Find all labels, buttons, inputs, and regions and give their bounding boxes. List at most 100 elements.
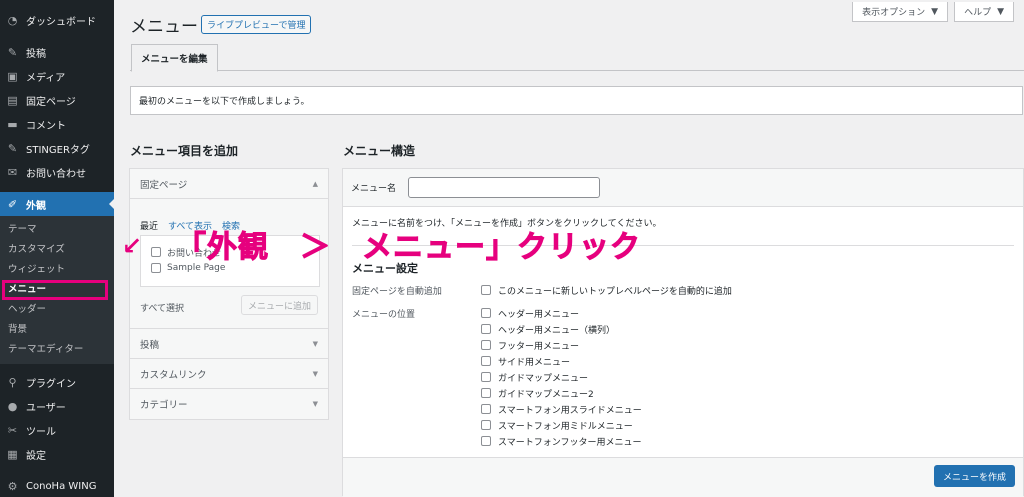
add-to-menu-button[interactable]: メニューに追加 — [240, 295, 318, 315]
screen-options-label: 表示オプション — [862, 8, 926, 18]
sidebar-item-users[interactable]: ● ユーザー — [0, 394, 114, 418]
admin-sidebar: ◔ ダッシュボード ✎ 投稿 ▣ メディア ▤ 固定ページ ▬ コメント ✎ S… — [0, 0, 114, 497]
gear-icon: ⚙ — [7, 479, 18, 493]
comment-icon: ▬ — [7, 117, 18, 131]
screen-meta-links: 表示オプション ▼ ヘルプ ▼ — [852, 2, 1014, 22]
option-label: スマートフォン用スライドメニュー — [498, 405, 642, 416]
chevron-down-icon: ▼ — [312, 339, 318, 348]
tab-edit-menus[interactable]: メニューを編集 — [131, 44, 218, 72]
accordion-section-categories[interactable]: カテゴリー ▼ — [130, 389, 328, 419]
menu-name-row: メニュー名 — [343, 169, 1023, 207]
sidebar-item-label: ダッシュボード — [26, 16, 96, 28]
menu-location-label: メニューの位置 — [352, 310, 416, 320]
menu-structure-heading: メニュー構造 — [343, 144, 416, 158]
sidebar-item-label: メディア — [26, 72, 66, 84]
create-menu-button[interactable]: メニューを作成 — [933, 465, 1015, 487]
location-checkbox[interactable] — [481, 404, 491, 414]
submenu-item-themes[interactable]: テーマ — [0, 220, 114, 240]
accordion-section-pages[interactable]: 固定ページ ▲ — [130, 169, 328, 199]
auto-add-checkbox[interactable] — [481, 285, 491, 295]
location-checkbox[interactable] — [481, 372, 491, 382]
option-label: ガイドマップメニュー — [498, 373, 589, 384]
sidebar-item-label: ConoHa WING — [26, 480, 97, 492]
location-option: スマートフォン用スライドメニュー — [481, 402, 642, 416]
accordion-title: 固定ページ — [140, 179, 188, 191]
location-option: サイド用メニュー — [481, 354, 570, 368]
submenu-item-theme-editor[interactable]: テーマエディター — [0, 340, 114, 360]
option-label: ヘッダー用メニュー — [498, 309, 580, 320]
live-preview-button[interactable]: ライブプレビューで管理 — [201, 15, 312, 34]
location-option: ヘッダー用メニュー — [481, 306, 579, 320]
option-label: スマートフォンフッター用メニュー — [498, 437, 642, 448]
submenu-item-customize[interactable]: カスタマイズ — [0, 240, 114, 260]
tab-recent[interactable]: 最近 — [140, 219, 158, 232]
sidebar-item-label: 外観 — [26, 200, 46, 212]
option-label: ヘッダー用メニュー（横列） — [498, 325, 616, 336]
page-title: メニュー — [130, 17, 198, 37]
submenu-item-widgets[interactable]: ウィジェット — [0, 260, 114, 280]
location-option: ヘッダー用メニュー（横列） — [481, 322, 615, 336]
sidebar-item-settings[interactable]: ▦ 設定 — [0, 442, 114, 466]
location-checkbox[interactable] — [481, 436, 491, 446]
menu-footer: メニューを作成 — [343, 457, 1023, 497]
location-option: スマートフォンフッター用メニュー — [481, 434, 641, 448]
option-label: スマートフォン用ミドルメニュー — [498, 421, 633, 432]
accordion-title: 投稿 — [140, 339, 160, 351]
sidebar-item-plugins[interactable]: ⚲ プラグイン — [0, 370, 114, 394]
add-items-heading: メニュー項目を追加 — [130, 144, 239, 158]
option-label: ガイドマップメニュー2 — [498, 389, 594, 400]
notice-text: 最初のメニューを以下で作成しましょう。 — [139, 97, 310, 107]
sidebar-item-label: 設定 — [26, 450, 46, 462]
chevron-down-icon: ▼ — [312, 369, 318, 378]
sidebar-item-pages[interactable]: ▤ 固定ページ — [0, 88, 114, 112]
caret-down-icon: ▼ — [931, 6, 939, 17]
page-checkbox[interactable] — [151, 263, 161, 273]
settings-icon: ▦ — [7, 447, 18, 461]
sidebar-item-appearance[interactable]: ✐ 外観 — [0, 192, 114, 216]
accordion-section-custom-links[interactable]: カスタムリンク ▼ — [130, 359, 328, 389]
page-icon: ▤ — [7, 93, 18, 107]
option-label: フッター用メニュー — [498, 341, 580, 352]
sidebar-item-contact[interactable]: ✉ お問い合わせ — [0, 160, 114, 184]
location-checkbox[interactable] — [481, 340, 491, 350]
sidebar-item-tools[interactable]: ✂ ツール — [0, 418, 114, 442]
help-button[interactable]: ヘルプ ▼ — [954, 2, 1014, 22]
sidebar-item-label: プラグイン — [26, 378, 76, 390]
screen-options-button[interactable]: 表示オプション ▼ — [852, 2, 949, 22]
location-checkbox[interactable] — [481, 420, 491, 430]
sidebar-item-label: ツール — [26, 426, 56, 438]
location-checkbox[interactable] — [481, 324, 491, 334]
accordion-section-posts[interactable]: 投稿 ▼ — [130, 329, 328, 359]
wrench-icon: ✂ — [7, 423, 18, 437]
notice-box: 最初のメニューを以下で作成しましょう。 — [130, 86, 1023, 115]
sidebar-item-comments[interactable]: ▬ コメント — [0, 112, 114, 136]
page-checkbox[interactable] — [151, 247, 161, 257]
sidebar-item-media[interactable]: ▣ メディア — [0, 64, 114, 88]
sidebar-item-label: コメント — [26, 120, 66, 132]
location-option: フッター用メニュー — [481, 338, 579, 352]
submenu-item-menus[interactable]: メニュー — [2, 280, 108, 300]
auto-add-option: このメニューに新しいトップレベルページを自動的に追加 — [481, 283, 732, 297]
submenu-item-header[interactable]: ヘッダー — [0, 300, 114, 320]
sidebar-item-conoha-wing[interactable]: ⚙ ConoHa WING — [0, 474, 114, 497]
dashboard-icon: ◔ — [7, 13, 18, 27]
chevron-up-icon: ▲ — [312, 179, 318, 188]
menu-name-input[interactable] — [408, 177, 601, 198]
sidebar-item-dashboard[interactable]: ◔ ダッシュボード — [0, 8, 114, 32]
add-items-accordion: 固定ページ ▲ 最近 すべて表示 検索 お問い合わせ Sample Page す… — [129, 168, 329, 420]
location-checkbox[interactable] — [481, 308, 491, 318]
menu-name-label: メニュー名 — [351, 184, 397, 194]
accordion-title: カスタムリンク — [140, 369, 207, 381]
select-all-link[interactable]: すべて選択 — [140, 301, 184, 314]
submenu-item-background[interactable]: 背景 — [0, 320, 114, 340]
media-icon: ▣ — [7, 69, 18, 83]
sidebar-item-stinger-tags[interactable]: ✎ STINGERタグ — [0, 136, 114, 160]
sidebar-item-posts[interactable]: ✎ 投稿 — [0, 40, 114, 64]
option-label: サイド用メニュー — [498, 357, 571, 368]
auto-add-label: 固定ページを自動追加 — [352, 287, 442, 297]
help-label: ヘルプ — [964, 8, 992, 18]
location-option: ガイドマップメニュー — [481, 370, 588, 384]
location-checkbox[interactable] — [481, 388, 491, 398]
plugin-icon: ⚲ — [8, 375, 17, 389]
location-checkbox[interactable] — [481, 356, 491, 366]
